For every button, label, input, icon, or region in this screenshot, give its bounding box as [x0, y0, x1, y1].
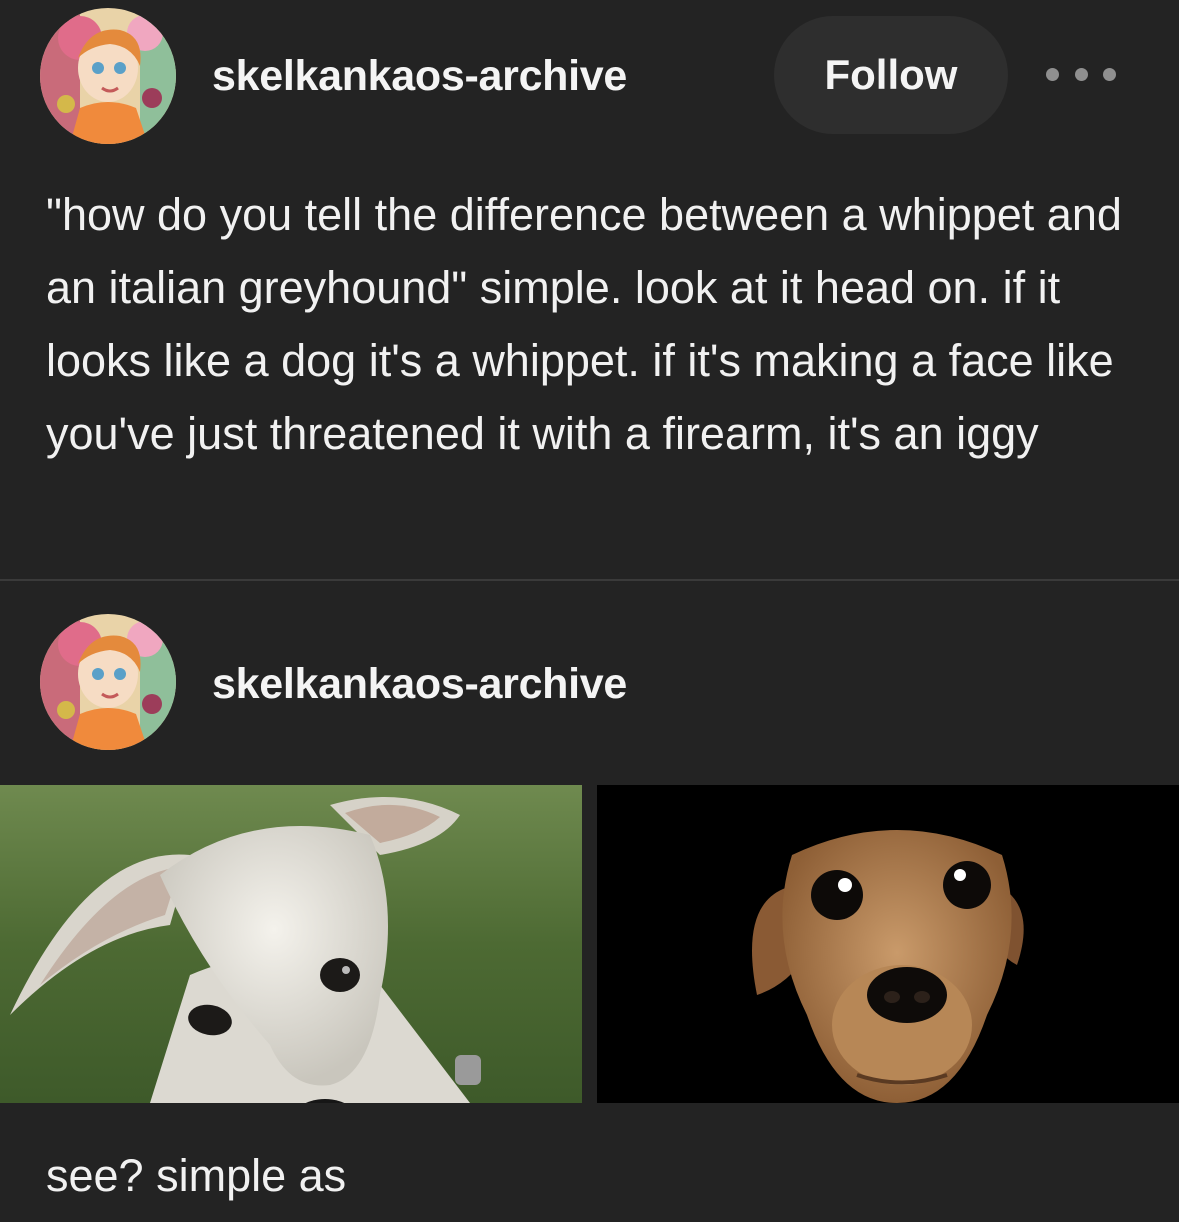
post-header: skelkankaos-archive Follow	[0, 0, 1179, 150]
avatar[interactable]	[40, 614, 176, 750]
dot	[1103, 67, 1116, 81]
dot	[1074, 67, 1088, 81]
avatar-image	[40, 614, 176, 750]
more-options-icon[interactable]	[1046, 56, 1116, 92]
post-username[interactable]: skelkankaos-archive	[212, 52, 627, 101]
dot	[1046, 67, 1059, 81]
divider	[0, 579, 1179, 581]
italian-greyhound-photo[interactable]	[597, 785, 1179, 1103]
reblog-username[interactable]: skelkankaos-archive	[212, 660, 627, 709]
avatar-image	[40, 8, 176, 144]
reblog-caption: see? simple as	[46, 1150, 347, 1201]
follow-button[interactable]: Follow	[774, 16, 1008, 134]
avatar[interactable]	[40, 8, 176, 144]
post-body-text: "how do you tell the difference between …	[46, 189, 1122, 459]
whippet-photo[interactable]	[0, 785, 582, 1103]
